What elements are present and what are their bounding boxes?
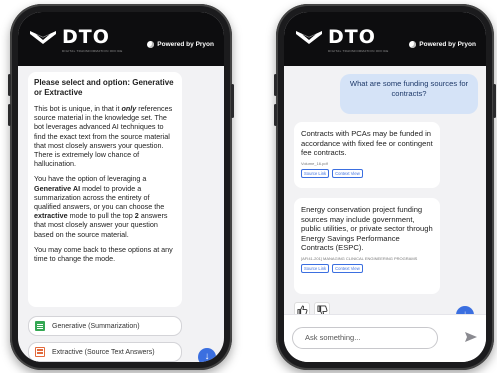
power-button <box>231 84 234 118</box>
answer-card: Contracts with PCAs may be funded in acc… <box>294 122 440 188</box>
brand-logo: DTO DIGITAL TRANSFORMATION OFFICE <box>28 26 123 53</box>
text: mode to pull the top <box>67 211 135 221</box>
extractive-option-label: Extractive (Source Text Answers) <box>52 348 155 356</box>
source-link-button[interactable]: Source Link <box>301 263 330 273</box>
phone-right: DTO DIGITAL TRANSFORMATION OFFICE Powere… <box>274 4 496 370</box>
answer-actions: Source Link Context View <box>301 168 433 178</box>
brand-logo: DTO DIGITAL TRANSFORMATION OFFICE <box>294 26 389 53</box>
answer-text: Energy conservation project funding sour… <box>301 205 433 253</box>
chat-content: Please select and option: Generative or … <box>18 66 224 362</box>
text: You have the option of leveraging a <box>34 174 147 184</box>
user-message: What are some funding sources for contra… <box>340 74 478 114</box>
powered-by-label: Powered by Pryon <box>419 40 476 48</box>
intro-message: Please select and option: Generative or … <box>28 72 182 307</box>
answer-source: [AFI41-201] MANAGING CLINICAL ENGINEERIN… <box>301 255 418 261</box>
screen-left: DTO DIGITAL TRANSFORMATION OFFICE Powere… <box>18 12 224 362</box>
power-button <box>493 84 496 118</box>
volume-button <box>274 74 277 96</box>
powered-by-label: Powered by Pryon <box>157 40 214 48</box>
text-emphasis: only <box>121 104 137 113</box>
context-view-button[interactable]: Context View <box>332 263 363 273</box>
brand-tagline: DIGITAL TRANSFORMATION OFFICE <box>62 48 123 53</box>
brand-name: DTO <box>328 25 376 48</box>
extractive-option-button[interactable]: Extractive (Source Text Answers) <box>28 342 182 362</box>
pryon-logo-icon <box>409 40 417 48</box>
intro-paragraph-2: You have the option of leveraging a Gene… <box>34 174 176 238</box>
volume-button <box>8 104 11 126</box>
chat-input[interactable]: Ask something... <box>292 327 438 349</box>
text: references source material in the knowle… <box>34 104 173 169</box>
intro-paragraph-3: You may come back to these options at an… <box>34 244 173 264</box>
brand-tagline: DIGITAL TRANSFORMATION OFFICE <box>328 48 389 53</box>
volume-button <box>8 74 11 96</box>
powered-by: Powered by Pryon <box>409 40 476 48</box>
text-bold: extractive <box>34 211 68 221</box>
phone-left: DTO DIGITAL TRANSFORMATION OFFICE Powere… <box>8 4 234 370</box>
source-link-button[interactable]: Source Link <box>301 168 330 178</box>
generative-option-button[interactable]: Generative (Summarization) <box>28 316 182 336</box>
scroll-down-button[interactable]: ↓ <box>198 348 216 362</box>
extractive-icon <box>35 347 45 357</box>
screen-right: DTO DIGITAL TRANSFORMATION OFFICE Powere… <box>284 12 486 362</box>
answer-actions: Source Link Context View <box>301 263 433 273</box>
chat-input-bar: Ask something... <box>284 314 486 362</box>
context-view-button[interactable]: Context View <box>332 168 363 178</box>
volume-button <box>274 104 277 126</box>
send-icon[interactable] <box>464 331 478 343</box>
answer-card: Energy conservation project funding sour… <box>294 198 440 294</box>
brand-name: DTO <box>62 25 110 48</box>
app-header: DTO DIGITAL TRANSFORMATION OFFICE Powere… <box>284 12 486 66</box>
text-bold: Generative AI <box>34 183 81 193</box>
generative-icon <box>35 321 45 331</box>
text: This bot is unique, in that it <box>34 104 122 113</box>
dto-logo-icon <box>296 30 322 44</box>
generative-option-label: Generative (Summarization) <box>52 322 140 330</box>
intro-title: Please select and option: Generative or … <box>34 78 174 97</box>
app-header: DTO DIGITAL TRANSFORMATION OFFICE Powere… <box>18 12 224 66</box>
answer-text: Contracts with PCAs may be funded in acc… <box>301 129 433 158</box>
answer-source: Volume_16.pdf <box>301 160 328 166</box>
powered-by: Powered by Pryon <box>147 40 214 48</box>
scroll-down-icon: ↓ <box>204 351 210 362</box>
intro-paragraph-1: This bot is unique, in that it only refe… <box>34 104 176 168</box>
dto-logo-icon <box>30 30 56 44</box>
chat-content: What are some funding sources for contra… <box>284 66 486 362</box>
pryon-logo-icon <box>147 40 155 48</box>
